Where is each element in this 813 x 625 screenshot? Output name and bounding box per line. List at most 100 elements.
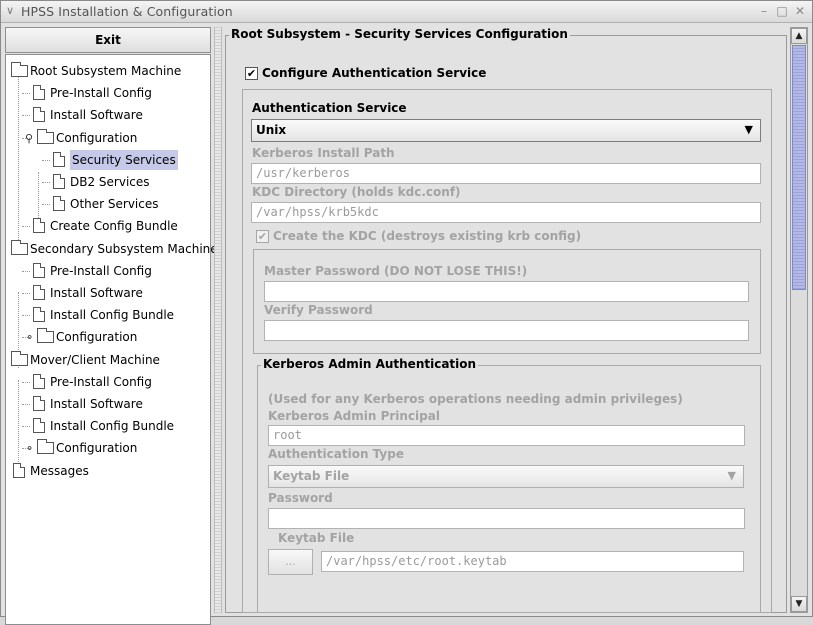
verify-password-input[interactable] <box>264 320 749 341</box>
admin-password-input[interactable] <box>268 508 745 529</box>
auth-type-label: Authentication Type <box>268 447 404 461</box>
document-icon <box>33 85 45 101</box>
create-kdc-label: Create the KDC (destroys existing krb co… <box>273 229 582 243</box>
kdc-dir-label: KDC Directory (holds kdc.conf) <box>252 185 461 199</box>
tree-item[interactable]: Other Services <box>6 194 210 214</box>
kerberos-path-input[interactable]: /usr/kerberos <box>251 163 761 184</box>
configure-auth-label: Configure Authentication Service <box>262 66 487 80</box>
document-icon <box>33 307 45 323</box>
configure-auth-checkbox[interactable]: ✔ <box>245 67 258 80</box>
tree-item-label: DB2 Services <box>70 175 150 189</box>
admin-principal-label: Kerberos Admin Principal <box>268 409 440 423</box>
tree-item-label: Secondary Subsystem Machine <box>30 241 218 256</box>
auth-type-select[interactable]: Keytab File ▼ <box>268 465 744 488</box>
tree-item[interactable]: Install Config Bundle <box>6 305 210 325</box>
tree-item[interactable]: Pre-Install Config <box>6 261 210 281</box>
tree-item[interactable]: Secondary Subsystem Machine <box>6 239 218 259</box>
auth-service-selected: Unix <box>256 123 287 137</box>
document-icon <box>33 218 45 234</box>
scroll-thumb[interactable] <box>792 45 806 290</box>
create-kdc-checkbox[interactable]: ✔ <box>256 230 269 243</box>
kerberos-admin-title: Kerberos Admin Authentication <box>261 357 479 371</box>
tree-item-label: Other Services <box>70 197 159 212</box>
document-icon <box>53 151 65 167</box>
tree-item[interactable]: Pre-Install Config <box>6 372 210 392</box>
folder-icon <box>11 350 28 366</box>
tree-item[interactable]: ⚬ Configuration <box>6 438 210 458</box>
tree-item-label: Configuration <box>56 441 138 456</box>
folder-icon <box>37 328 54 344</box>
expand-toggle-icon[interactable]: ⚲ <box>25 129 33 149</box>
kdc-dir-input[interactable]: /var/hpss/krb5kdc <box>251 202 761 223</box>
chevron-down-icon: ▼ <box>744 123 753 136</box>
folder-icon <box>37 439 54 455</box>
document-icon <box>33 418 45 434</box>
document-icon <box>33 373 45 389</box>
kerberos-path-label: Kerberos Install Path <box>252 146 395 160</box>
vertical-scrollbar[interactable]: ▲ ▼ <box>790 27 808 613</box>
tree-item-label: Root Subsystem Machine <box>30 64 182 78</box>
keytab-file-label: Keytab File <box>278 531 355 545</box>
tree-item[interactable]: ⚲ Configuration <box>6 128 210 148</box>
chevron-down-icon: ▼ <box>727 469 736 482</box>
scroll-down-icon[interactable]: ▼ <box>791 596 807 612</box>
tree-item[interactable]: Create Config Bundle <box>6 216 210 236</box>
tree-item[interactable]: Install Software <box>6 283 210 303</box>
tree-item-label: Security Services <box>70 149 178 170</box>
scroll-up-icon[interactable]: ▲ <box>791 28 807 44</box>
maximize-icon[interactable]: □ <box>774 3 790 20</box>
section-title: Root Subsystem - Security Services Confi… <box>229 27 570 41</box>
tree-item-label: Install Software <box>50 286 143 300</box>
tree-item[interactable]: Security Services <box>6 149 210 170</box>
close-icon[interactable]: ✕ <box>792 3 808 20</box>
admin-password-label: Password <box>268 491 333 505</box>
right-pane: Root Subsystem - Security Services Confi… <box>223 27 789 613</box>
pane-splitter[interactable] <box>214 27 222 613</box>
tree-item[interactable]: Pre-Install Config <box>6 83 210 103</box>
minimize-icon[interactable]: – <box>756 3 772 20</box>
tree-item-label: Install Config Bundle <box>50 308 175 323</box>
document-icon <box>33 396 45 411</box>
master-password-input[interactable] <box>264 281 749 302</box>
tree-item[interactable]: ⚬ Configuration <box>6 327 210 347</box>
tree-item-label: Create Config Bundle <box>50 219 178 234</box>
auth-service-title: Authentication Service <box>252 101 407 115</box>
tree-item[interactable]: DB2 Services <box>6 172 210 192</box>
admin-principal-input[interactable]: root <box>268 425 745 446</box>
tree-item[interactable]: Mover/Client Machine <box>6 350 210 370</box>
tree-item[interactable]: Install Software <box>6 105 210 125</box>
navigation-tree[interactable]: Root Subsystem Machine Pre-Install Config… <box>5 54 218 625</box>
tree-item-label: Pre-Install Config <box>50 86 152 101</box>
window-menu-icon[interactable]: ∨ <box>6 4 14 17</box>
tree-item-label: Pre-Install Config <box>50 374 152 389</box>
keytab-file-input[interactable]: /var/hpss/etc/root.keytab <box>321 551 744 572</box>
tree-item-label: Messages <box>30 463 89 478</box>
document-icon <box>53 196 65 212</box>
document-icon <box>33 262 45 278</box>
document-icon <box>13 462 25 478</box>
folder-icon <box>11 239 28 255</box>
master-password-label: Master Password (DO NOT LOSE THIS!) <box>264 264 528 278</box>
tree-item-label: Configuration <box>56 330 138 345</box>
expand-toggle-icon[interactable]: ⚬ <box>25 439 34 459</box>
tree-item-label: Install Software <box>50 108 143 123</box>
window-title: HPSS Installation & Configuration <box>21 4 233 19</box>
tree-item[interactable]: Root Subsystem Machine <box>6 61 210 81</box>
tree-item[interactable]: Install Software <box>6 394 210 414</box>
left-pane: Exit Root Subsystem Machine Pre-Install C… <box>5 27 218 625</box>
tree-item-label: Pre-Install Config <box>50 263 152 278</box>
browse-keytab-button[interactable]: ... <box>268 549 313 575</box>
app-window: ∨ HPSS Installation & Configuration – □ … <box>0 0 813 625</box>
verify-password-label: Verify Password <box>264 303 373 317</box>
exit-button[interactable]: Exit <box>5 27 211 53</box>
folder-icon <box>37 128 54 144</box>
tree-item[interactable]: Messages <box>6 461 210 481</box>
auth-service-select[interactable]: Unix ▼ <box>251 119 761 142</box>
tree-item-label: Mover/Client Machine <box>30 352 160 367</box>
expand-toggle-icon[interactable]: ⚬ <box>25 328 34 348</box>
document-icon <box>33 107 45 123</box>
document-icon <box>53 174 65 189</box>
tree-item-label: Configuration <box>56 130 138 145</box>
tree-item-label: Install Config Bundle <box>50 419 175 434</box>
tree-item[interactable]: Install Config Bundle <box>6 416 210 436</box>
